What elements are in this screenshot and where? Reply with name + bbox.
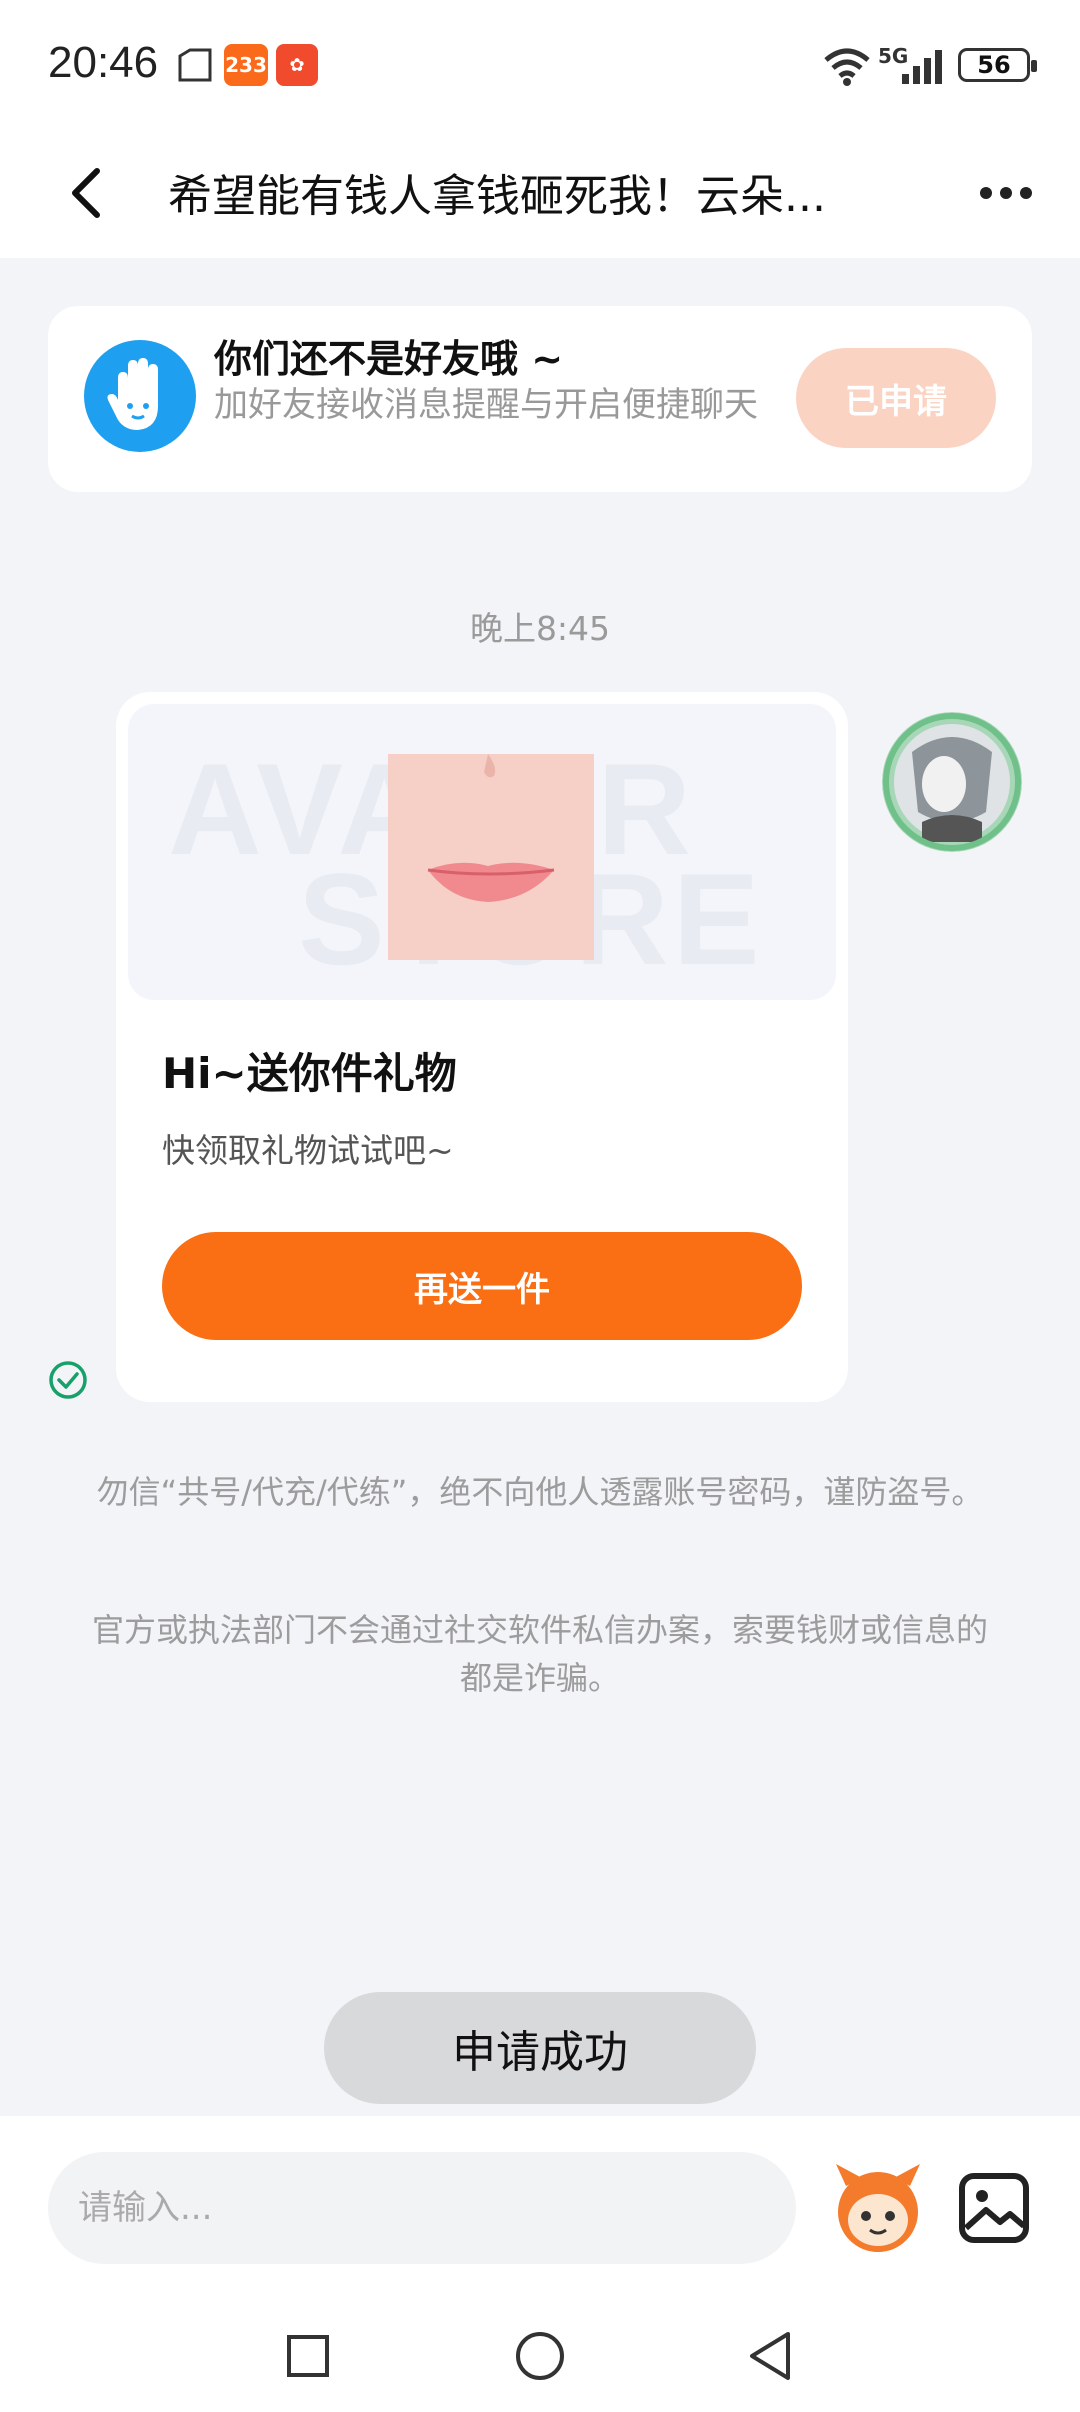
battery-icon: 56 — [958, 48, 1037, 82]
lips-item-image — [388, 754, 594, 960]
gift-card-title: Hi~送你件礼物 — [162, 1049, 457, 1098]
back-nav-button[interactable] — [740, 2326, 800, 2386]
image-picker-button[interactable] — [956, 2170, 1032, 2246]
folder-notification-icon — [178, 48, 212, 82]
wave-hand-icon — [84, 340, 196, 452]
system-navigation-bar — [0, 2300, 1080, 2412]
app-233-icon: 233 — [224, 44, 268, 86]
home-button[interactable] — [510, 2326, 570, 2386]
user-avatar[interactable] — [882, 712, 1022, 852]
emoji-button[interactable] — [826, 2156, 930, 2260]
wifi-icon — [824, 48, 870, 86]
friend-request-banner: 你们还不是好友哦 ~ 加好友接收消息提醒与开启便捷聊天 已申请 — [48, 306, 1032, 492]
gift-card-subtitle: 快领取礼物试试吧~ — [162, 1131, 454, 1170]
more-options-button[interactable] — [966, 158, 1046, 228]
more-dot-icon — [980, 187, 992, 199]
more-dot-icon — [1000, 187, 1012, 199]
app-game-icon: ✿ — [276, 44, 318, 86]
message-input-bar — [0, 2116, 1080, 2300]
gift-preview-image: AVATAR STORE — [128, 704, 836, 1000]
message-input[interactable] — [48, 2152, 796, 2264]
circle-icon — [516, 2332, 564, 2380]
image-icon — [959, 2173, 1029, 2243]
chat-title: 希望能有钱人拿钱砸死我！云朵... — [168, 171, 826, 222]
chat-header: 希望能有钱人拿钱砸死我！云朵... — [0, 130, 1080, 258]
square-icon — [287, 2335, 329, 2377]
banner-subtitle: 加好友接收消息提醒与开启便捷聊天 — [214, 385, 758, 425]
chevron-left-icon — [72, 168, 100, 218]
status-bar: 20:46 233 ✿ 5G 56 — [0, 0, 1080, 130]
mascot-emoji-icon — [836, 2164, 920, 2252]
message-timestamp: 晚上8:45 — [469, 609, 611, 648]
read-check-icon — [49, 1361, 87, 1399]
send-another-gift-button[interactable]: 再送一件 — [162, 1232, 802, 1340]
back-button[interactable] — [50, 158, 120, 228]
applied-button[interactable]: 已申请 — [796, 348, 996, 448]
more-dot-icon — [1020, 187, 1032, 199]
security-warning-2: 官方或执法部门不会通过社交软件私信办案，索要钱财或信息的都是诈骗。 — [91, 1611, 988, 1697]
security-warning-1: 勿信“共号/代充/代练”，绝不向他人透露账号密码，谨防盗号。 — [96, 1473, 984, 1511]
recents-button[interactable] — [278, 2326, 338, 2386]
signal-icon — [902, 50, 942, 84]
banner-title: 你们还不是好友哦 ~ — [214, 337, 564, 381]
status-time: 20:46 — [48, 38, 159, 87]
gift-message-card[interactable]: AVATAR STORE Hi~送你件礼物 快领取礼物试试吧~ 再送一件 — [116, 692, 848, 1402]
toast-message: 申请成功 — [324, 1992, 756, 2104]
triangle-back-icon — [750, 2332, 790, 2380]
